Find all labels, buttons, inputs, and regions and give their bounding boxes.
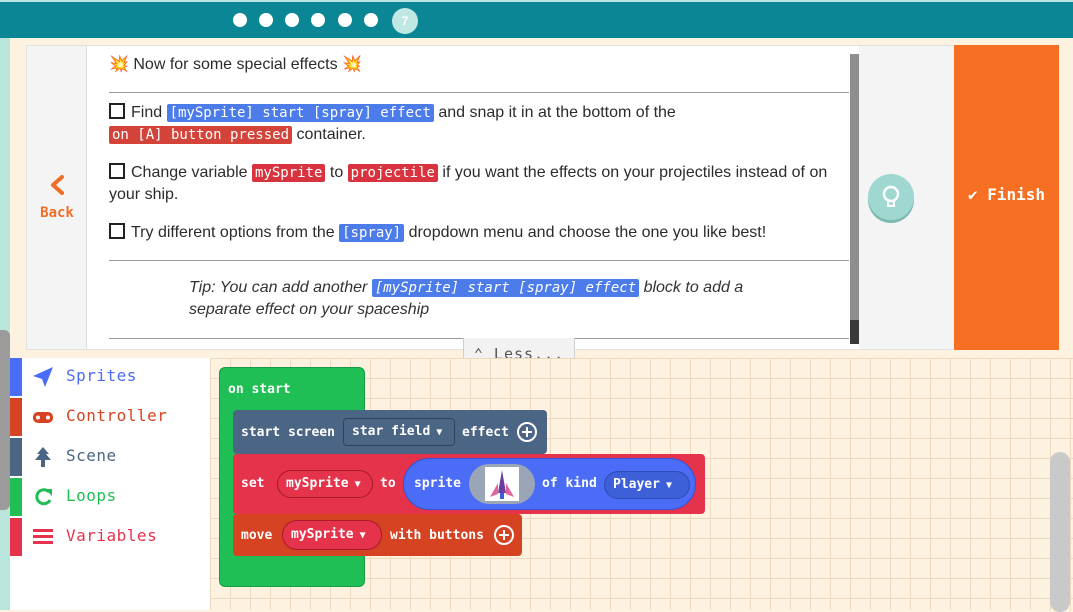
tree-icon [35, 447, 51, 467]
code-block-chip: on [A] button pressed [109, 126, 293, 144]
explosion-icon: 💥 [342, 56, 362, 73]
left-edge-strip [0, 38, 10, 610]
workspace-scrollbar[interactable] [1050, 452, 1070, 612]
effect-dropdown[interactable]: star field ▼ [343, 418, 455, 446]
block-toolbox: Sprites Controller Scene Loops Variables [10, 358, 210, 610]
code-block-chip: projectile [347, 164, 438, 182]
category-controller[interactable]: Controller [10, 398, 210, 436]
hint-lightbulb-button[interactable] [868, 174, 914, 220]
step-item-3: Try different options from the [spray] d… [109, 222, 766, 244]
current-step-indicator[interactable]: 7 [392, 8, 418, 34]
add-argument-icon[interactable] [517, 422, 537, 442]
code-block-chip: [mySprite] start [spray] effect [166, 104, 434, 122]
code-block-chip: mySprite [251, 164, 326, 182]
add-argument-icon[interactable] [494, 525, 514, 545]
tutorial-scrollbar-thumb[interactable] [850, 320, 859, 344]
category-scene[interactable]: Scene [10, 438, 210, 476]
tutorial-content: 💥 Now for some special effects 💥 Find [m… [87, 46, 859, 349]
step-dot-3[interactable] [285, 13, 299, 27]
step-dot-6[interactable] [364, 13, 378, 27]
paper-plane-icon [33, 367, 53, 387]
code-block-chip: [mySprite] start [spray] effect [371, 279, 640, 297]
step-dot-5[interactable] [338, 13, 352, 27]
list-icon [33, 529, 53, 544]
tutorial-scrollbar[interactable] [850, 54, 859, 344]
caret-down-icon: ▼ [665, 480, 672, 491]
finish-button[interactable]: ✔ Finish [954, 45, 1059, 350]
toolbox-collapse-handle[interactable] [0, 330, 10, 510]
check-icon: ✔ [967, 185, 978, 204]
set-variable-block[interactable]: set mySprite ▼ to sprite of kind Player ▼ [233, 454, 705, 514]
back-label: Back [40, 205, 74, 221]
start-screen-effect-block[interactable]: start screen star field ▼ effect [233, 410, 547, 454]
step-dot-4[interactable] [311, 13, 325, 27]
sprite-of-kind-block[interactable]: sprite of kind Player ▼ [403, 458, 696, 510]
variable-dropdown[interactable]: mySprite ▼ [282, 520, 382, 550]
caret-down-icon: ▼ [359, 530, 366, 541]
back-button[interactable]: Back [27, 46, 87, 349]
title-text: Now for some special effects [133, 56, 338, 73]
explosion-icon: 💥 [109, 56, 129, 73]
step-item-2: Change variable mySprite to projectile i… [109, 163, 828, 203]
step-progress-bar: 7 [0, 0, 1073, 38]
step-item-1: Find [mySprite] start [spray] effect and… [109, 102, 676, 146]
step-dot-2[interactable] [259, 13, 273, 27]
tutorial-panel: Back 💥 Now for some special effects 💥 Fi… [26, 45, 1059, 350]
checkbox[interactable] [109, 163, 125, 179]
checkbox[interactable] [109, 223, 125, 239]
move-with-buttons-block[interactable]: move mySprite ▼ with buttons [233, 514, 522, 556]
caret-down-icon: ▼ [436, 427, 443, 438]
kind-dropdown[interactable]: Player ▼ [604, 471, 690, 499]
divider [109, 260, 849, 261]
category-loops[interactable]: Loops [10, 478, 210, 516]
spaceship-icon [485, 467, 519, 501]
gamepad-icon [33, 412, 53, 423]
lightbulb-icon [882, 185, 900, 207]
finish-label: Finish [987, 185, 1046, 204]
caret-down-icon: ▼ [354, 479, 361, 490]
checkbox[interactable] [109, 103, 125, 119]
tutorial-title: 💥 Now for some special effects 💥 [109, 54, 362, 76]
code-block-chip: [spray] [339, 224, 405, 242]
category-variables[interactable]: Variables [10, 518, 210, 556]
tip-text: Tip: You can add another [mySprite] star… [189, 279, 744, 318]
chevron-left-icon [51, 175, 64, 195]
divider [109, 92, 849, 93]
category-sprites[interactable]: Sprites [10, 358, 210, 396]
variable-dropdown[interactable]: mySprite ▼ [277, 470, 373, 498]
sprite-image-thumbnail[interactable] [469, 464, 535, 504]
step-dot-1[interactable] [233, 13, 247, 27]
refresh-icon [35, 488, 52, 506]
